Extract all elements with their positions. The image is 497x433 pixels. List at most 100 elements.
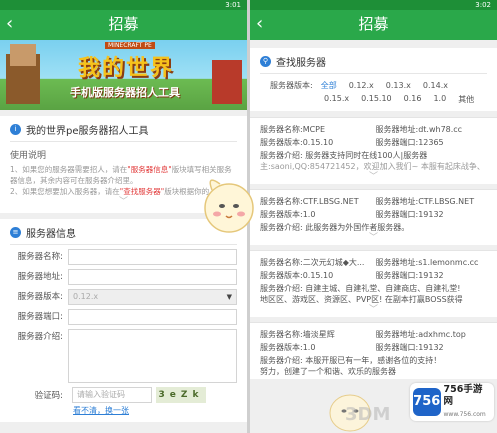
filter-option[interactable]: 0.15.10: [361, 94, 392, 105]
server-address-input[interactable]: [68, 269, 237, 285]
status-time: 3:01: [225, 1, 241, 9]
usage-line1-highlight: "服务器信息": [127, 165, 172, 174]
title-bar: ‹ 招募: [250, 10, 497, 40]
server-name-input[interactable]: [68, 249, 237, 265]
site-badge: 756 756手游网 www.756.com: [410, 383, 494, 421]
server-port: 服务器端口:19132: [375, 343, 444, 352]
server-name: 服务器名称:CTF.LBSG.NET: [260, 197, 359, 206]
right-screen: 3:02 ‹ 招募 ⚲ 查找服务器 服务器版本: 全部 0.12.x 0.13.…: [250, 0, 497, 433]
banner-tag: MINECRAFT PE: [105, 42, 155, 49]
filter-row-2: 0.15.x 0.15.10 0.16 1.0 其他: [270, 94, 487, 105]
version-label: 服务器版本:: [17, 292, 63, 302]
tool-card-title: 我的世界pe服务器招人工具: [26, 126, 149, 137]
filter-label: 服务器版本:: [270, 81, 313, 90]
server-address: 服务器地址:adxhmc.top: [375, 330, 466, 339]
server-port-input[interactable]: [68, 309, 237, 325]
server-version: 服务器版本:0.15.10: [260, 138, 334, 147]
name-label: 服务器名称:: [17, 252, 63, 262]
filter-option[interactable]: 1.0: [433, 94, 446, 105]
addr-row: 服务器地址:: [10, 269, 237, 285]
filter-option[interactable]: 其他: [458, 94, 474, 105]
banner-image: MINECRAFT PE 我的世界 手机版服务器招人工具: [0, 40, 247, 110]
captcha-label: 验证码:: [34, 391, 63, 401]
server-version: 服务器版本:0.15.10: [260, 271, 334, 280]
server-item[interactable]: 服务器名称:墙淡星辉 服务器地址:adxhmc.top 服务器版本:1.0 服务…: [250, 322, 497, 379]
page-title: 招募: [358, 15, 389, 33]
banner-title: 我的世界: [78, 56, 175, 81]
expand-chevron-icon[interactable]: ﹀: [260, 172, 487, 182]
usage-line1-a: 1、如果您的服务器需要招人，请在: [10, 165, 128, 174]
title-bar: ‹ 招募: [0, 10, 247, 40]
server-version: 服务器版本:1.0: [260, 210, 316, 219]
server-port: 服务器端口:19132: [375, 210, 444, 219]
captcha-row: 验证码: 请输入验证码 3eZk: [10, 387, 237, 403]
status-time: 3:02: [475, 1, 491, 9]
status-bar: 3:01: [0, 0, 247, 10]
character-head-icon: [10, 44, 36, 66]
intro-row: 服务器介绍:: [10, 329, 237, 383]
server-item[interactable]: 服务器名称:二次元幻城◆大... 服务器地址:s1.lemonmc.cc 服务器…: [250, 250, 497, 317]
server-name: 服务器名称:MCPE: [260, 125, 326, 134]
filter-option[interactable]: 0.13.x: [386, 81, 411, 90]
version-filter: 服务器版本: 全部 0.12.x 0.13.x 0.14.x 0.15.x 0.…: [260, 74, 487, 109]
server-version-select[interactable]: 0.12.x ▼: [68, 289, 237, 305]
usage-line2-highlight: "查找服务器": [119, 187, 165, 196]
dropdown-arrow-icon: ▼: [226, 293, 232, 301]
expand-chevron-icon[interactable]: ﹀: [260, 233, 487, 243]
filter-option[interactable]: 0.15.x: [324, 94, 349, 105]
server-version: 服务器版本:1.0: [260, 343, 316, 352]
server-info-title: 服务器信息: [26, 229, 76, 240]
character-right-icon: [212, 60, 242, 104]
version-value: 0.12.x: [73, 292, 99, 301]
server-address: 服务器地址:dt.wh78.cc: [375, 125, 463, 134]
filter-option[interactable]: 0.16: [404, 94, 422, 105]
server-intro: 服务器介绍: 自建主城、自建礼堂、自建商店、自建礼堂!: [260, 284, 461, 293]
intro-label: 服务器介绍:: [17, 332, 63, 342]
server-address: 服务器地址:CTF.LBSG.NET: [375, 197, 475, 206]
server-intro-more: 努力，创建了一个和谐、欢乐的服务器: [260, 367, 396, 376]
search-icon: ⚲: [260, 56, 271, 67]
server-port: 服务器端口:19132: [375, 271, 444, 280]
captcha-input[interactable]: 请输入验证码: [72, 387, 152, 403]
refresh-captcha-link[interactable]: 看不清，换一张: [73, 405, 237, 416]
captcha-image[interactable]: 3eZk: [156, 387, 206, 403]
server-intro-more: 地区区、游戏区、资源区、PVP区! 在副本打赢BOSS获得: [260, 295, 463, 304]
server-info-card: ≡ 服务器信息 服务器名称: 服务器地址: 服务器版本: 0.12.x ▼ 服务器…: [0, 219, 247, 422]
server-intro: 服务器介绍: 服务器支持同时在线100人|服务器: [260, 151, 428, 160]
version-row: 服务器版本: 0.12.x ▼: [10, 289, 237, 305]
port-row: 服务器端口:: [10, 309, 237, 325]
search-title: 查找服务器: [276, 58, 326, 69]
server-name: 服务器名称:墙淡星辉: [260, 330, 335, 339]
port-label: 服务器端口:: [17, 312, 63, 322]
watermark: 3DM: [345, 404, 391, 425]
banner-subtitle: 手机版服务器招人工具: [70, 86, 180, 99]
server-intro-textarea[interactable]: [68, 329, 237, 383]
server-intro: 服务器介绍: 此服务器为外国作者服务器。: [260, 223, 410, 232]
name-row: 服务器名称:: [10, 249, 237, 265]
server-item[interactable]: 服务器名称:CTF.LBSG.NET 服务器地址:CTF.LBSG.NET 服务…: [250, 189, 497, 245]
server-icon: ≡: [10, 227, 21, 238]
site-url: www.756.com: [443, 410, 486, 418]
mascot-icon: [204, 179, 254, 233]
expand-chevron-icon[interactable]: ﹀: [260, 305, 487, 315]
server-port: 服务器端口:12365: [375, 138, 444, 147]
usage-line2-a: 2、如果您想要加入服务器，请在: [10, 187, 120, 196]
server-name: 服务器名称:二次元幻城◆大...: [260, 258, 365, 267]
search-header: ⚲ 查找服务器: [260, 54, 487, 74]
addr-label: 服务器地址:: [17, 272, 63, 282]
search-card: ⚲ 查找服务器 服务器版本: 全部 0.12.x 0.13.x 0.14.x 0…: [250, 48, 497, 111]
filter-option[interactable]: 全部: [321, 80, 337, 91]
server-intro-more: 主:saoni,QQ:854721452，欢迎加入我们~ 本服有起床战争、: [260, 162, 485, 171]
server-address: 服务器地址:s1.lemonmc.cc: [375, 258, 479, 267]
site-logo-icon: 756: [413, 388, 441, 416]
server-item[interactable]: 服务器名称:MCPE 服务器地址:dt.wh78.cc 服务器版本:0.15.1…: [250, 117, 497, 184]
filter-option[interactable]: 0.12.x: [349, 81, 374, 90]
server-intro: 服务器介绍: 本服开服已有一年，感谢各位的支持！: [260, 356, 442, 365]
status-bar: 3:02: [250, 0, 497, 10]
site-name: 756手游网: [443, 383, 483, 407]
tool-card-header: i 我的世界pe服务器招人工具: [10, 122, 237, 142]
page-title: 招募: [108, 15, 139, 33]
info-icon: i: [10, 124, 21, 135]
usage-title: 使用说明: [10, 151, 47, 161]
filter-option[interactable]: 0.14.x: [423, 81, 448, 90]
